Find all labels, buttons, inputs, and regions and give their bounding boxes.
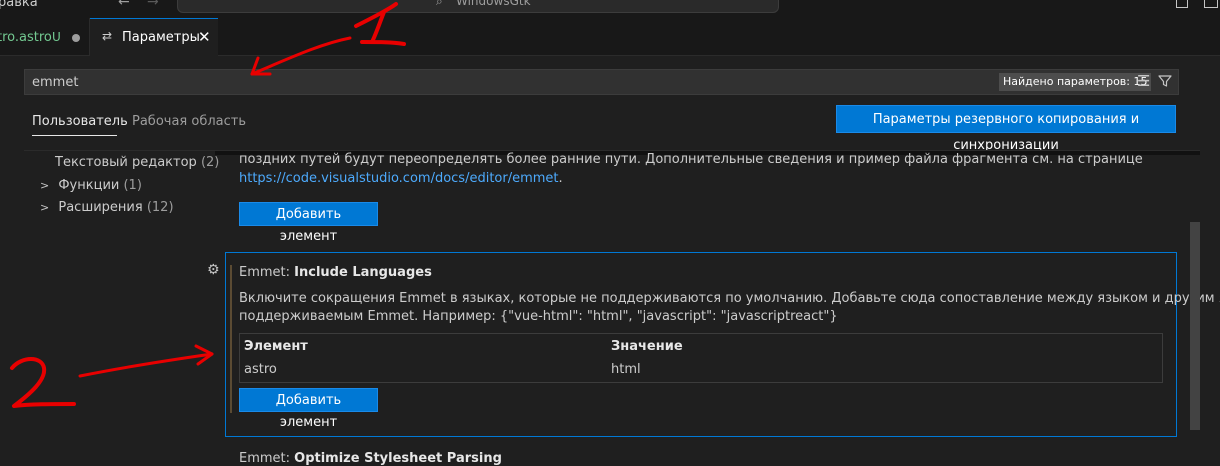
annotation-mark-2 [10, 357, 76, 408]
annotation-arrow-1 [250, 36, 352, 76]
annotation-overlay [10, 2, 406, 408]
annotation-arrow-2 [78, 344, 214, 378]
annotation-mark-1 [354, 2, 406, 46]
